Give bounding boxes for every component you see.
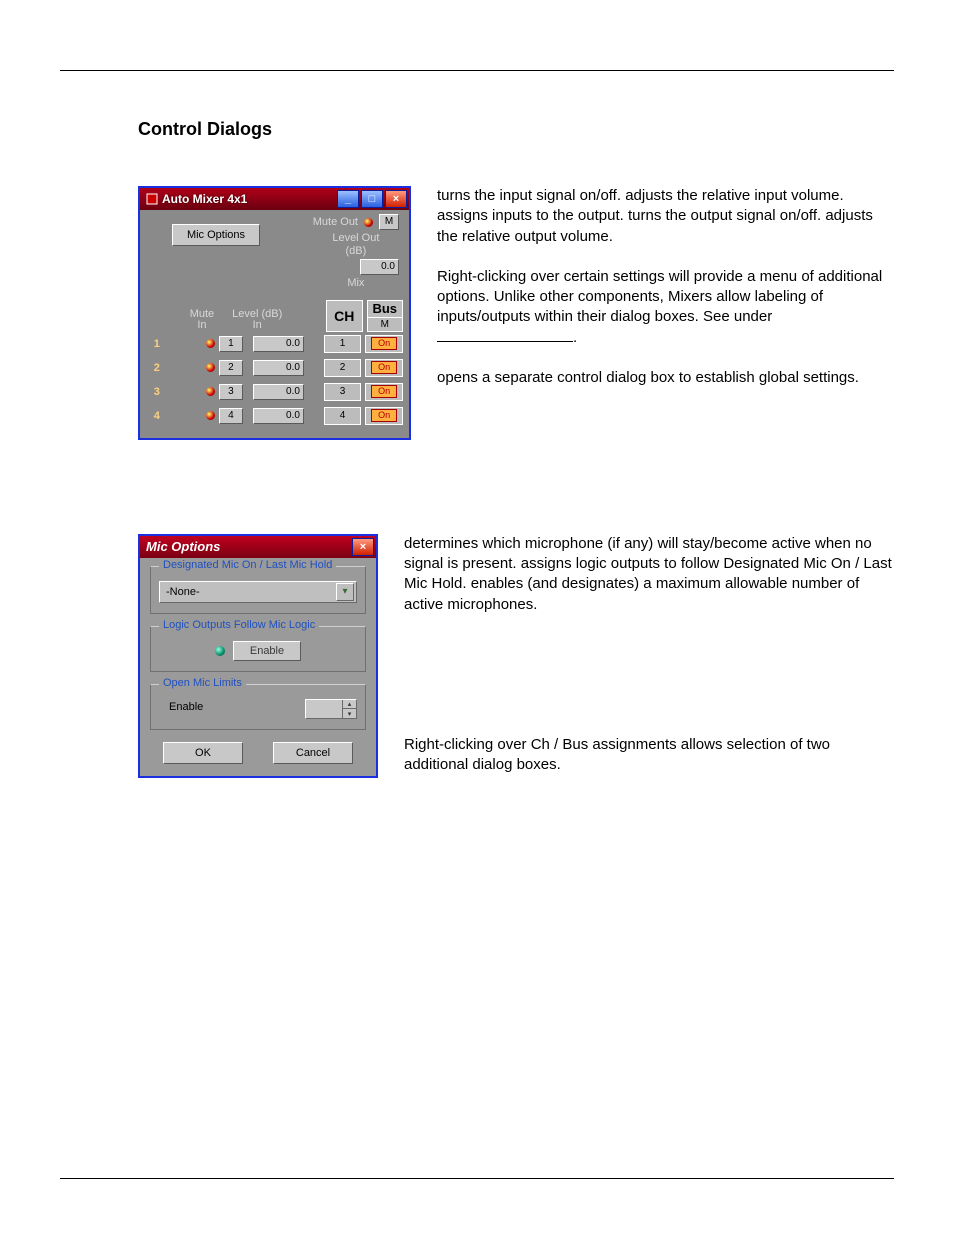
- mute-out-m-button[interactable]: M: [379, 214, 399, 230]
- mute-in-indicator-icon: [206, 363, 215, 372]
- mic-options-button[interactable]: Mic Options: [172, 224, 260, 246]
- logic-outputs-legend: Logic Outputs Follow Mic Logic: [159, 619, 319, 631]
- section-heading: Control Dialogs: [138, 119, 894, 140]
- row-number: 3: [146, 386, 160, 398]
- mute-out-indicator-icon: [364, 218, 373, 227]
- mute-in-header: Mute In: [190, 309, 214, 332]
- auto-mixer-title-text: Auto Mixer 4x1: [162, 192, 335, 206]
- maximize-button[interactable]: □: [361, 190, 383, 208]
- designated-mic-combo[interactable]: -None- ▾: [159, 581, 357, 603]
- paragraph-5: Right-clicking over Ch / Bus assignments…: [404, 735, 894, 776]
- bus-header: Bus: [367, 300, 404, 317]
- mic-options-title-text: Mic Options: [146, 539, 350, 554]
- paragraph-3: opens a separate control dialog box to e…: [437, 368, 894, 388]
- mute-in-indicator-icon: [206, 411, 215, 420]
- mixer-row: 3 3 0.0 3 On: [146, 380, 403, 404]
- channel-in-button[interactable]: 2: [219, 360, 243, 376]
- open-mic-limit-spinner[interactable]: ▴▾: [305, 699, 357, 719]
- bus-on-chip[interactable]: On: [371, 361, 397, 374]
- chevron-down-icon[interactable]: ▾: [336, 583, 354, 601]
- level-in-value[interactable]: 0.0: [253, 336, 304, 352]
- mic-options-titlebar[interactable]: Mic Options ×: [140, 536, 376, 558]
- row-number: 1: [146, 338, 160, 350]
- channel-in-button[interactable]: 1: [219, 336, 243, 352]
- bus-cell[interactable]: On: [365, 383, 403, 401]
- bus-on-chip[interactable]: On: [371, 385, 397, 398]
- mic-options-dialog: Mic Options × Designated Mic On / Last M…: [138, 534, 378, 778]
- ok-button[interactable]: OK: [163, 742, 243, 764]
- ch-header: CH: [326, 300, 363, 332]
- designated-mic-combo-value: -None-: [166, 586, 200, 598]
- level-out-label: Level Out (dB): [313, 232, 399, 257]
- open-mic-limits-group: Open Mic Limits Enable ▴▾: [150, 684, 366, 730]
- bus-cell[interactable]: On: [365, 359, 403, 377]
- paragraph-4: determines which microphone (if any) wil…: [404, 534, 894, 615]
- app-icon: [146, 193, 158, 205]
- level-in-value[interactable]: 0.0: [253, 384, 304, 400]
- row-number: 4: [146, 410, 160, 422]
- designated-mic-legend: Designated Mic On / Last Mic Hold: [159, 559, 336, 571]
- bus-cell[interactable]: On: [365, 407, 403, 425]
- mute-in-indicator-icon: [206, 339, 215, 348]
- channel-in-button[interactable]: 4: [219, 408, 243, 424]
- ch-cell[interactable]: 1: [324, 335, 362, 353]
- mixer-row: 2 2 0.0 2 On: [146, 356, 403, 380]
- chevron-up-icon[interactable]: ▴: [342, 700, 356, 710]
- ch-cell[interactable]: 4: [324, 407, 362, 425]
- designated-mic-group: Designated Mic On / Last Mic Hold -None-…: [150, 566, 366, 614]
- level-out-value[interactable]: 0.0: [360, 259, 399, 275]
- mixer-row: 1 1 0.0 1 On: [146, 332, 403, 356]
- paragraph-1: turns the input signal on/off. adjusts t…: [437, 186, 894, 247]
- channel-in-button[interactable]: 3: [219, 384, 243, 400]
- top-rule: [60, 70, 894, 71]
- blank-underline: [437, 341, 573, 342]
- paragraph-2: Right-clicking over certain settings wil…: [437, 267, 894, 348]
- mix-label: Mix: [313, 277, 399, 290]
- bottom-rule: [60, 1178, 894, 1179]
- minimize-button[interactable]: _: [337, 190, 359, 208]
- cancel-button[interactable]: Cancel: [273, 742, 353, 764]
- ch-cell[interactable]: 2: [324, 359, 362, 377]
- logic-outputs-group: Logic Outputs Follow Mic Logic Enable: [150, 626, 366, 672]
- bus-on-chip[interactable]: On: [371, 337, 397, 350]
- close-button[interactable]: ×: [385, 190, 407, 208]
- level-in-value[interactable]: 0.0: [253, 360, 304, 376]
- bus-cell[interactable]: On: [365, 335, 403, 353]
- close-button[interactable]: ×: [352, 538, 374, 556]
- enable-indicator-icon: [215, 646, 225, 656]
- level-in-header: Level (dB) In: [232, 309, 282, 332]
- logic-enable-button[interactable]: Enable: [233, 641, 301, 661]
- auto-mixer-titlebar[interactable]: Auto Mixer 4x1 _ □ ×: [140, 188, 409, 210]
- bus-sub-header: M: [367, 317, 404, 332]
- bus-on-chip[interactable]: On: [371, 409, 397, 422]
- mute-in-indicator-icon: [206, 387, 215, 396]
- limits-enable-button[interactable]: Enable: [169, 701, 225, 717]
- ch-cell[interactable]: 3: [324, 383, 362, 401]
- mixer-row: 4 4 0.0 4 On: [146, 404, 403, 428]
- chevron-down-icon[interactable]: ▾: [342, 709, 356, 718]
- auto-mixer-dialog: Auto Mixer 4x1 _ □ × Mic Options Mute Ou…: [138, 186, 411, 440]
- open-mic-limits-legend: Open Mic Limits: [159, 677, 246, 689]
- row-number: 2: [146, 362, 160, 374]
- level-in-value[interactable]: 0.0: [253, 408, 304, 424]
- mute-out-label: Mute Out: [313, 216, 358, 229]
